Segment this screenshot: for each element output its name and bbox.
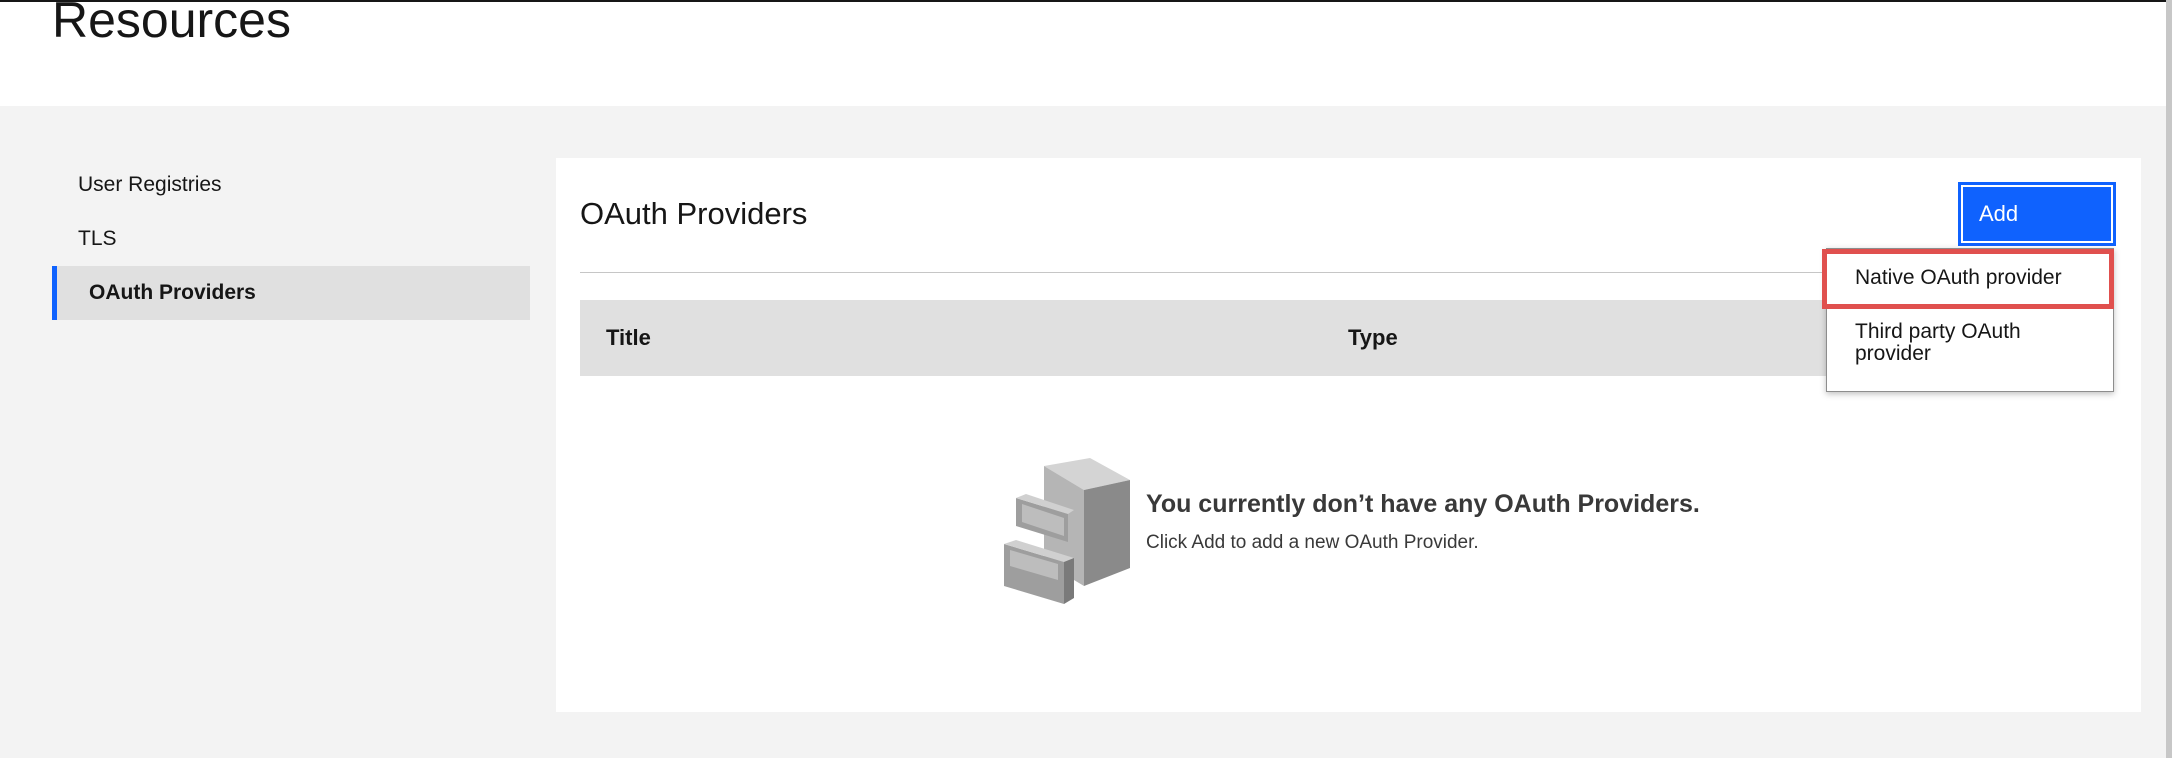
column-header-type[interactable]: Type (1348, 300, 1398, 376)
top-border (0, 0, 2172, 2)
empty-state-heading: You currently don’t have any OAuth Provi… (1146, 490, 1700, 518)
filing-cabinet-icon (1004, 458, 1130, 604)
sidebar-item-tls[interactable]: TLS (52, 212, 530, 266)
window-edge (2166, 0, 2172, 758)
table-header: Title Type (580, 300, 1880, 376)
page-title: Resources (52, 0, 291, 48)
oauth-providers-panel: OAuth Providers Title Type You currently… (556, 158, 2141, 712)
page-header: Resources (0, 0, 2172, 106)
menu-item-native-oauth-provider[interactable]: Native OAuth provider (1827, 251, 2113, 309)
column-header-title[interactable]: Title (606, 300, 651, 376)
add-dropdown-menu: Native OAuth provider Third party OAuth … (1826, 248, 2114, 392)
sidebar-item-label: User Registries (78, 173, 222, 196)
sidebar-item-label: OAuth Providers (89, 281, 256, 304)
panel-title: OAuth Providers (580, 196, 808, 231)
sidebar: User Registries TLS OAuth Providers (52, 158, 530, 320)
sidebar-item-oauth-providers[interactable]: OAuth Providers (52, 266, 530, 320)
sidebar-item-user-registries[interactable]: User Registries (52, 158, 530, 212)
menu-item-third-party-oauth-provider[interactable]: Third party OAuth provider (1827, 321, 2057, 365)
empty-state-subtext: Click Add to add a new OAuth Provider. (1146, 532, 1479, 553)
add-button[interactable]: Add (1958, 182, 2116, 246)
sidebar-item-label: TLS (78, 227, 117, 250)
divider (580, 272, 1880, 273)
